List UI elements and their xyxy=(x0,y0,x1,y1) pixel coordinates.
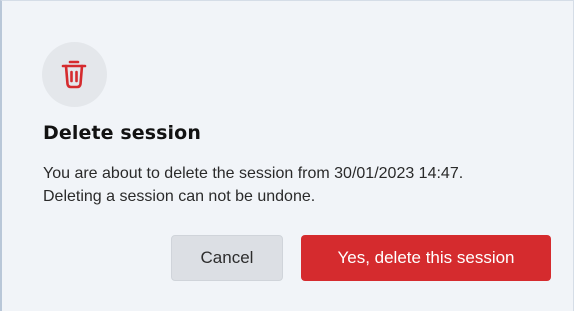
trash-icon xyxy=(61,60,87,89)
dialog-title: Delete session xyxy=(43,122,201,144)
dialog-message-line-2: Deleting a session can not be undone. xyxy=(43,188,316,205)
trash-icon-badge xyxy=(42,42,107,107)
cancel-button[interactable]: Cancel xyxy=(171,235,283,281)
delete-session-dialog: Delete session You are about to delete t… xyxy=(0,0,574,311)
confirm-delete-button[interactable]: Yes, delete this session xyxy=(301,235,551,281)
dialog-message-line-1: You are about to delete the session from… xyxy=(43,165,464,182)
dialog-message: You are about to delete the session from… xyxy=(43,162,563,208)
